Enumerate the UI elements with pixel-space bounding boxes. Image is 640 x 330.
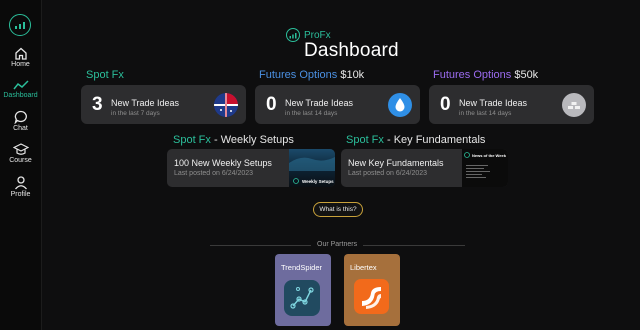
gold-bars-icon: [562, 93, 586, 117]
trade-ideas-card-futures-50k[interactable]: 0 New Trade Ideas in the last 14 days: [429, 85, 594, 124]
section-title-amount: $10k: [340, 69, 365, 81]
section-title-label: Futures Options: [259, 69, 338, 81]
page-title: Dashboard: [304, 40, 399, 61]
trade-ideas-subtitle: in the last 14 days: [285, 110, 338, 117]
section-title-prefix: Spot Fx: [173, 134, 211, 146]
trade-ideas-count: 3: [92, 94, 103, 115]
trade-ideas-subtitle: in the last 7 days: [111, 110, 160, 117]
section-title-weekly-setups: Spot Fx - Weekly Setups: [173, 134, 294, 146]
partners-divider-right: [363, 245, 465, 246]
weekly-setups-thumbnail: Weekly Setups: [289, 149, 335, 187]
section-title-futures-10k: Futures Options $10k: [259, 69, 364, 81]
sidebar-item-profile[interactable]: Profile: [0, 176, 41, 198]
partner-name: TrendSpider: [281, 263, 322, 272]
section-title-spot-fx: Spot Fx: [86, 69, 124, 81]
section-title-suffix: - Key Fundamentals: [386, 134, 486, 146]
what-is-this-button[interactable]: What is this?: [313, 202, 363, 217]
partners-divider-left: [210, 245, 311, 246]
trade-ideas-title: New Trade Ideas: [111, 98, 180, 108]
logo-icon[interactable]: [9, 14, 31, 36]
libertex-logo-icon: [354, 279, 389, 314]
weekly-setups-posted: Last posted on 6/24/2023: [174, 170, 254, 177]
chart-line-icon: [12, 80, 29, 90]
weekly-setups-title: 100 New Weekly Setups: [174, 158, 272, 168]
chat-bubble-icon: [13, 110, 27, 124]
user-icon: [14, 176, 27, 190]
section-title-suffix: - Weekly Setups: [213, 134, 294, 146]
sidebar-item-label: Profile: [10, 191, 31, 198]
sidebar-item-dashboard[interactable]: Dashboard: [0, 79, 41, 99]
trade-ideas-title: New Trade Ideas: [285, 98, 354, 108]
partner-name: Libertex: [350, 263, 377, 272]
key-fundamentals-posted: Last posted on 6/24/2023: [348, 170, 428, 177]
sidebar: Home Dashboard Chat Course Profile: [0, 0, 42, 330]
weekly-setups-thumb-caption: Weekly Setups: [302, 179, 334, 184]
trade-ideas-subtitle: in the last 14 days: [459, 110, 512, 117]
key-fundamentals-card[interactable]: New Key Fundamentals Last posted on 6/24…: [341, 149, 508, 187]
trendspider-logo-icon: [284, 280, 320, 316]
sidebar-item-label: Course: [9, 157, 32, 164]
brand-name: ProFx: [304, 29, 331, 41]
key-fundamentals-thumb-caption: News of the Week: [472, 153, 506, 158]
trade-ideas-count: 0: [266, 94, 277, 115]
sidebar-item-course[interactable]: Course: [0, 143, 41, 164]
sidebar-item-label: Chat: [13, 125, 28, 132]
key-fundamentals-title: New Key Fundamentals: [348, 158, 444, 168]
sidebar-item-label: Dashboard: [3, 92, 38, 99]
section-title-amount: $50k: [514, 69, 539, 81]
brand-logo-icon: [286, 28, 300, 42]
sidebar-item-chat[interactable]: Chat: [0, 110, 41, 132]
key-fundamentals-thumbnail: News of the Week: [462, 149, 508, 187]
partner-card-trendspider[interactable]: TrendSpider: [275, 254, 331, 326]
section-title-futures-50k: Futures Options $50k: [433, 69, 538, 81]
trade-ideas-title: New Trade Ideas: [459, 98, 528, 108]
partner-card-libertex[interactable]: Libertex: [344, 254, 400, 326]
drop-icon: [388, 93, 412, 117]
flags-icon: [214, 93, 238, 117]
weekly-setups-card[interactable]: 100 New Weekly Setups Last posted on 6/2…: [167, 149, 335, 187]
trade-ideas-card-spot-fx[interactable]: 3 New Trade Ideas in the last 7 days: [81, 85, 246, 124]
graduation-cap-icon: [12, 143, 29, 155]
section-title-key-fundamentals: Spot Fx - Key Fundamentals: [346, 134, 485, 146]
trade-ideas-count: 0: [440, 94, 451, 115]
section-title-prefix: Spot Fx: [346, 134, 384, 146]
sidebar-item-label: Home: [11, 61, 30, 68]
trade-ideas-card-futures-10k[interactable]: 0 New Trade Ideas in the last 14 days: [255, 85, 420, 124]
home-icon: [14, 47, 27, 60]
partners-label: Our Partners: [317, 241, 358, 248]
sidebar-item-home[interactable]: Home: [0, 47, 41, 68]
section-title-label: Futures Options: [433, 69, 512, 81]
